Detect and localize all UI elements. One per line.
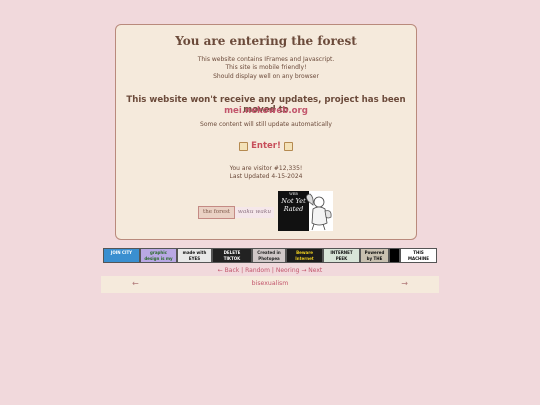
back-link[interactable]: ← Back (218, 267, 240, 274)
new-site-link[interactable]: mei.nekoweb.org (116, 106, 416, 116)
badge-line: Not Yet (281, 197, 306, 205)
page-title: You are entering the forest (175, 34, 357, 48)
bisexualism-webring: ← bisexualism → (101, 276, 439, 293)
random-link[interactable]: Random (245, 267, 270, 274)
scroll-icon (283, 141, 293, 151)
web-button[interactable]: INTERNET PEEK (323, 248, 360, 263)
forest-badge[interactable]: the forest (198, 206, 235, 219)
web-button[interactable]: Powered by THE VOID (360, 248, 389, 263)
web-button[interactable]: Beware Internet Virus (286, 248, 323, 263)
info-line: This website contains IFrames and Javasc… (197, 56, 335, 63)
update-note: Some content will still update automatic… (200, 121, 332, 128)
not-yet-rated-badge[interactable]: WEB Not Yet Rated (278, 191, 333, 231)
scroll-icon (239, 141, 249, 151)
web-button[interactable]: made with EYES (177, 248, 212, 263)
web-button[interactable] (389, 248, 400, 263)
web-button[interactable]: DELETE TIKTOK (212, 248, 252, 263)
welcome-card: You are entering the forest This website… (115, 24, 417, 240)
visitor-info: You are visitor #12,335! Last Updated 4-… (116, 165, 416, 182)
next-link[interactable]: → Next (301, 267, 322, 274)
info-line: This site is mobile friendly! (225, 64, 307, 72)
info-line: Should display well on any browser (213, 72, 319, 80)
web-button[interactable]: graphic design is my passion (140, 248, 177, 263)
site-info: This website contains IFrames and Javasc… (116, 56, 416, 81)
waku-badge[interactable]: waku waku (235, 207, 274, 218)
nav-separator: | (271, 267, 274, 274)
neoring-link[interactable]: Neoring (276, 267, 300, 274)
last-updated: Last Updated 4-15-2024 (229, 173, 303, 181)
angel-icon (306, 193, 332, 231)
visitor-counter: You are visitor #12,335! (229, 165, 303, 172)
enter-label: Enter! (251, 141, 281, 151)
web-button[interactable]: JOIN CITY (103, 248, 140, 263)
badge-line: Rated (283, 205, 304, 213)
enter-link[interactable]: Enter! (116, 141, 416, 151)
nav-separator: | (241, 267, 244, 274)
ring-next-arrow[interactable]: → (401, 279, 408, 288)
web-button[interactable]: Created in Photopea (252, 248, 286, 263)
web-button[interactable]: THIS MACHINE KILLS FASCISTS (400, 248, 437, 263)
webring-nav: ← Back | Random | Neoring → Next (0, 267, 540, 274)
button-wall: JOIN CITYgraphic design is my passionmad… (103, 248, 437, 263)
ring-name-link[interactable]: bisexualism (101, 280, 439, 287)
